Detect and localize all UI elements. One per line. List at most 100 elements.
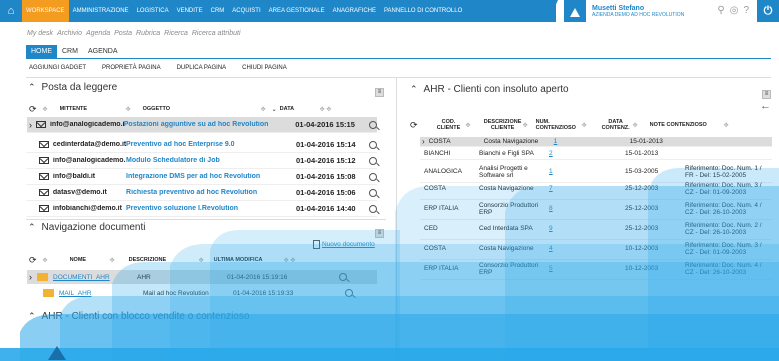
search-icon[interactable]: ⚲ — [717, 5, 724, 16]
sort-icon[interactable]: ✥ — [523, 122, 528, 129]
back-arrow-icon[interactable]: ← — [760, 100, 771, 112]
contenzioso-num[interactable]: 7 — [549, 185, 625, 192]
tab-agenda[interactable]: AGENDA — [83, 45, 123, 58]
header-num-contenzioso[interactable]: NUM. CONTENZIOSO — [536, 119, 582, 131]
search-icon[interactable] — [369, 172, 377, 181]
collapse-icon[interactable]: ⌃ — [28, 222, 36, 233]
search-icon[interactable] — [369, 204, 377, 213]
menu-acquisti[interactable]: ACQUISTI — [228, 0, 264, 22]
row-expand-icon[interactable]: › — [422, 137, 425, 146]
sort-icon[interactable]: ✥ — [110, 257, 115, 264]
subnav-ricerca-attributi[interactable]: Ricerca attributi — [192, 30, 241, 37]
globe-icon[interactable]: ◎ — [730, 5, 739, 16]
sort-icon[interactable]: ✥ ✥ — [284, 257, 296, 264]
collapse-icon[interactable]: ⌃ — [410, 84, 418, 95]
header-data[interactable]: DATA — [280, 106, 320, 112]
subnav-posta[interactable]: Posta — [114, 30, 132, 37]
user-name[interactable]: Musetti Stefano — [592, 5, 684, 12]
customer-row[interactable]: CED Ced Interdata SPA 9 25-12-2003 Rifer… — [420, 218, 772, 240]
docs-menu-icon[interactable]: ≡ — [375, 229, 384, 238]
add-gadget-button[interactable]: AGGIUNGI GADGET — [26, 63, 89, 73]
document-name[interactable]: MAIL_AHR — [59, 290, 143, 297]
home-icon[interactable]: ⌂ — [0, 0, 22, 22]
header-descrizione-cliente[interactable]: DESCRIZIONE CLIENTE — [483, 119, 523, 131]
sort-icon[interactable]: ✥ — [466, 122, 471, 129]
customer-row[interactable]: › COSTA Costa Navigazione 1 15-01-2013 — [420, 137, 772, 147]
header-cod-cliente[interactable]: COD. CLIENTE — [432, 119, 466, 131]
customer-row[interactable]: COSTA Costa Navigazione 4 10-12-2003 Rif… — [420, 238, 772, 260]
subnav-agenda[interactable]: Agenda — [86, 30, 110, 37]
user-avatar[interactable] — [564, 0, 586, 22]
mail-subject[interactable]: Modulo Schedulatore di Job — [126, 157, 296, 164]
contenzioso-num[interactable]: 1 — [554, 138, 630, 145]
mail-row[interactable]: info@baldi.it Integrazione DMS per ad ho… — [27, 169, 377, 185]
customer-row[interactable]: BIANCHI Bianchi e Figli SPA 2 15-01-2013 — [420, 148, 772, 160]
new-document-button[interactable]: Nuovo documento — [313, 240, 375, 249]
menu-anagrafiche[interactable]: ANAGRAFICHE — [329, 0, 380, 22]
row-expand-icon[interactable]: › — [29, 120, 32, 130]
collapse-icon[interactable]: ⌃ — [28, 311, 36, 322]
customer-row[interactable]: COSTA Costa Navigazione 7 25-12-2003 Rif… — [420, 178, 772, 200]
contenzioso-num[interactable]: 9 — [549, 225, 625, 232]
menu-workspace[interactable]: WORKSPACE — [22, 0, 69, 22]
header-note-contenzioso[interactable]: NOTE CONTENZIOSO — [650, 122, 724, 128]
sort-icon[interactable]: ✥ — [633, 122, 638, 129]
mail-subject[interactable]: Richiesta preventivo ad hoc Revolution — [126, 189, 296, 196]
subnav-ricerca[interactable]: Ricerca — [164, 30, 188, 37]
customer-row[interactable]: ERP ITALIA Consorzio Produttori ERP 5 10… — [420, 258, 772, 280]
search-icon[interactable] — [339, 273, 347, 281]
refresh-icon[interactable]: ⟳ — [410, 120, 418, 131]
mail-subject[interactable]: Integrazione DMS per ad hoc Revolution — [126, 173, 296, 180]
collapse-icon[interactable]: ⌃ — [28, 82, 36, 93]
contenzioso-num[interactable]: 1 — [549, 168, 625, 175]
insoluto-menu-icon[interactable]: ≡ — [762, 90, 771, 99]
menu-amministrazione[interactable]: AMMINISTRAZIONE — [69, 0, 133, 22]
mail-subject[interactable]: Preventivo ad hoc Enterprise 9.0 — [126, 141, 296, 148]
mail-subject[interactable]: Preventivo soluzione I.Revolution — [126, 205, 296, 212]
sort-icon[interactable]: ✥ ✥ — [320, 106, 332, 113]
sort-icon[interactable]: ✥ — [43, 106, 48, 113]
sort-icon[interactable]: ✥ — [199, 257, 204, 264]
mail-row[interactable]: datasv@demo.it Richiesta preventivo ad h… — [27, 185, 377, 201]
customer-row[interactable]: ERP ITALIA Consorzio Produttori ERP 8 25… — [420, 198, 772, 220]
row-expand-icon[interactable]: › — [29, 272, 32, 282]
mail-row[interactable]: info@analogicademo.it Modulo Schedulator… — [27, 153, 377, 169]
contenzioso-num[interactable]: 8 — [549, 205, 625, 212]
power-icon[interactable]: ⏻ — [757, 0, 779, 22]
sort-icon[interactable]: ✥ — [43, 257, 48, 264]
search-icon[interactable] — [369, 140, 377, 149]
contenzioso-num[interactable]: 2 — [549, 150, 625, 157]
document-name[interactable]: DOCUMENTI_AHR — [53, 274, 137, 281]
new-document-label[interactable]: Nuovo documento — [322, 241, 375, 248]
duplicate-page-button[interactable]: DUPLICA PAGINA — [174, 63, 230, 73]
menu-area-gestionale[interactable]: AREA GESTIONALE — [265, 0, 329, 22]
search-icon[interactable] — [369, 120, 377, 129]
page-properties-button[interactable]: PROPRIETÀ PAGINA — [99, 63, 164, 73]
refresh-icon[interactable]: ⟳ — [29, 255, 37, 266]
refresh-icon[interactable]: ⟳ — [29, 104, 37, 115]
menu-pannello[interactable]: PANNELLO DI CONTROLLO — [380, 0, 466, 22]
header-data-contenz[interactable]: DATA CONTENZ. — [599, 119, 633, 131]
mail-row[interactable]: cedinterdata@demo.it Preventivo ad hoc E… — [27, 137, 377, 153]
sort-icon[interactable]: ✥ — [724, 122, 729, 129]
subnav-archivio[interactable]: Archivio — [57, 30, 82, 37]
subnav-rubrica[interactable]: Rubrica — [136, 30, 160, 37]
search-icon[interactable] — [345, 289, 353, 297]
header-mittente[interactable]: MITTENTE — [60, 106, 126, 112]
sort-icon[interactable]: ✥ — [582, 122, 587, 129]
contenzioso-num[interactable]: 4 — [549, 245, 625, 252]
tab-home[interactable]: HOME — [26, 45, 57, 58]
tab-crm[interactable]: CRM — [57, 45, 83, 58]
menu-vendite[interactable]: VENDITE — [173, 0, 207, 22]
posta-menu-icon[interactable]: ≡ — [375, 88, 384, 97]
header-oggetto[interactable]: OGGETTO — [143, 106, 261, 112]
sort-icon[interactable]: ✥ — [261, 106, 266, 113]
search-icon[interactable] — [369, 188, 377, 197]
subnav-mydesk[interactable]: My desk — [27, 30, 53, 37]
mail-row[interactable]: infobianchi@demo.it Preventivo soluzione… — [27, 201, 377, 217]
header-descrizione[interactable]: DESCRIZIONE — [129, 257, 199, 263]
mail-row[interactable]: › info@analogicademo.it Postazioni aggiu… — [27, 117, 377, 133]
header-nome[interactable]: NOME — [70, 257, 110, 263]
menu-logistica[interactable]: LOGISTICA — [133, 0, 173, 22]
document-row[interactable]: MAIL_AHR Mail ad hoc Revolution 01-04-20… — [27, 286, 377, 300]
